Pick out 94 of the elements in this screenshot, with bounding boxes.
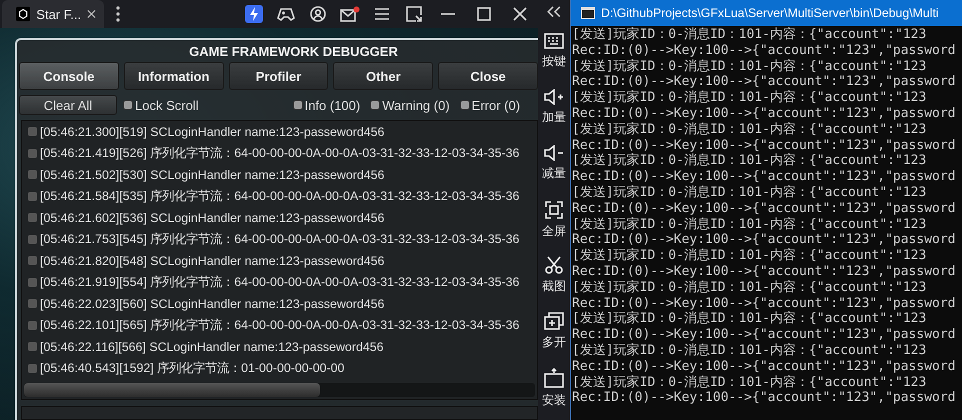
log-entry[interactable]: [05:46:22.101][565] 序列化字节流：64-00-00-00-0A-00-0A-03-31-32-33-12-03-34-35-36 — [40, 316, 520, 334]
clear-all-button[interactable]: Clear All — [19, 95, 117, 115]
log-entry-icon — [28, 148, 37, 158]
toggle-checkbox[interactable] — [370, 100, 380, 110]
console-line: [发送]玩家ID：0-消息ID：101-内容：{"account":"123 — [572, 58, 928, 74]
console-line: Rec:ID:(0)-->Key:100-->{"account":"123","password — [572, 74, 957, 90]
toggle-label: Info (100) — [304, 98, 360, 112]
log-entry-icon — [28, 256, 37, 266]
log-entry[interactable]: [05:46:21.584][535] 序列化字节流：64-00-00-00-0A-00-0A-03-31-32-33-12-03-34-35-36 — [40, 188, 520, 205]
scissors-icon — [545, 256, 563, 274]
console-line: Rec:ID:(0)-->Key:100-->{"account":"123","password — [572, 327, 957, 343]
log-entry[interactable]: [05:46:21.753][545] 序列化字节流：64-00-00-00-0A-00-0A-03-31-32-33-12-03-34-35-36 — [40, 230, 520, 248]
horizontal-scrollbar[interactable] — [24, 383, 535, 397]
log-entry-icon — [28, 127, 37, 136]
log-entry-icon — [28, 170, 37, 180]
close-icon[interactable] — [513, 7, 527, 21]
console-line: Rec:ID:(0)-->Key:100-->{"account":"123","password — [572, 200, 957, 217]
log-entry[interactable]: [05:46:21.919][554] 序列化字节流：64-00-00-00-0A-00-0A-03-31-32-33-12-03-34-35-36 — [40, 274, 520, 291]
log-entry-icon — [28, 234, 37, 244]
volume-up-icon — [544, 88, 564, 105]
gamepad-icon[interactable] — [277, 7, 295, 21]
console-line: [发送]玩家ID：0-消息ID：101-内容：{"account":"123 — [572, 184, 928, 201]
sidebar-label[interactable]: 加量 — [542, 108, 566, 126]
console-line: [发送]玩家ID：0-消息ID：101-内容：{"account":"123 — [572, 90, 928, 106]
collapse-icon[interactable] — [547, 6, 561, 18]
log-entry-icon — [28, 364, 37, 373]
menu-icon[interactable] — [374, 8, 390, 20]
log-entry-icon — [28, 192, 37, 201]
close-icon[interactable] — [87, 9, 96, 19]
toggle-label: Lock Scroll — [135, 98, 199, 112]
console-line: Rec:ID:(0)-->Key:100-->{"account":"123","password — [572, 296, 957, 311]
log-entry[interactable]: [05:46:21.300][519] SCLoginHandler name:123-passeword456 — [40, 124, 384, 139]
console-line: Rec:ID:(0)-->Key:100-->{"account":"123","password — [572, 358, 957, 375]
multi-window-icon — [544, 312, 564, 330]
user-icon[interactable] — [310, 6, 326, 22]
browser-tab[interactable]: Star F... — [2, 0, 104, 28]
console-line: [发送]玩家ID：0-消息ID：101-内容：{"account":"123 — [572, 248, 928, 264]
console-title: D:\GithubProjects\GFxLua\Server\MultiServer\bin\Debug\Multi — [601, 6, 939, 20]
toggle-label: Warning (0) — [382, 98, 450, 112]
sidebar-label[interactable]: 减量 — [542, 164, 566, 182]
console-line: Rec:ID:(0)-->Key:100-->{"account":"123","password — [572, 232, 957, 248]
console-line: Rec:ID:(0)-->Key:100-->{"account":"123","password — [572, 264, 957, 280]
console-line: [发送]玩家ID：0-消息ID：101-内容：{"account":"123 — [572, 374, 928, 390]
debugger-title: GAME FRAMEWORK DEBUGGER — [188, 44, 399, 60]
console-app-icon — [581, 7, 595, 19]
debugger-tab[interactable]: Profiler — [228, 62, 328, 90]
more-icon[interactable] — [116, 6, 120, 22]
log-entry[interactable]: [05:46:22.023][560] SCLoginHandler name:123-passeword456 — [40, 296, 384, 311]
console-line: Rec:ID:(0)-->Key:100-->{"account":"123","password — [572, 42, 957, 59]
sidebar-label[interactable]: 全屏 — [542, 222, 566, 240]
sidebar-label[interactable]: 截图 — [542, 278, 566, 296]
log-entry-icon — [28, 299, 37, 308]
sidebar-label[interactable]: 按键 — [542, 53, 566, 70]
console-line: [发送]玩家ID：0-消息ID：101-内容：{"account":"123 — [572, 311, 928, 328]
console-line: [发送]玩家ID：0-消息ID：101-内容：{"account":"123 — [572, 216, 928, 232]
console-line: [发送]玩家ID：0-消息ID：101-内容：{"account":"123 — [572, 280, 928, 296]
window-icon[interactable] — [406, 6, 422, 22]
log-entry[interactable]: [05:46:21.602][536] SCLoginHandler name:123-passeword456 — [40, 210, 384, 225]
log-entry[interactable]: [05:46:40.543][1592] 序列化字节流：01-00-00-00-00-00 — [40, 360, 344, 377]
mail-icon[interactable] — [340, 6, 360, 22]
app-icon — [16, 6, 30, 22]
sidebar-label[interactable]: 多开 — [542, 334, 566, 352]
console-line: [发送]玩家ID：0-消息ID：101-内容：{"account":"123 — [572, 342, 928, 359]
debugger-tab[interactable]: Information — [124, 62, 224, 90]
debugger-tab[interactable]: Close — [438, 62, 538, 90]
console-line: Rec:ID:(0)-->Key:100-->{"account":"123","password — [572, 169, 957, 185]
scrollbar-thumb[interactable] — [24, 383, 320, 397]
console-line: [发送]玩家ID：0-消息ID：101-内容：{"account":"123 — [572, 153, 928, 170]
log-entry-icon — [28, 278, 37, 287]
log-entry-icon — [28, 342, 37, 352]
log-entry[interactable]: [05:46:22.116][566] SCLoginHandler name:123-passeword456 — [40, 340, 384, 354]
fullscreen-icon — [545, 200, 563, 219]
volume-down-icon — [544, 144, 564, 161]
log-entry-icon — [28, 320, 37, 330]
maximize-icon[interactable] — [477, 7, 491, 21]
keyboard-icon — [544, 33, 564, 50]
tab-title: Star F... — [36, 6, 82, 22]
console-line: Rec:ID:(0)-->Key:100-->{"account":"123","password — [572, 390, 957, 406]
toggle-label: Error (0) — [472, 98, 520, 112]
console-line: [发送]玩家ID：0-消息ID：101-内容：{"account":"123 — [572, 122, 928, 138]
toggle-checkbox[interactable] — [460, 100, 470, 110]
debugger-tab[interactable]: Console — [19, 62, 119, 90]
debugger-tab[interactable]: Other — [333, 62, 434, 90]
toggle-checkbox[interactable] — [292, 100, 303, 110]
log-entry[interactable]: [05:46:21.502][530] SCLoginHandler name:123-passeword456 — [40, 168, 384, 182]
sidebar-label[interactable]: 安装 — [542, 392, 566, 410]
console-line: Rec:ID:(0)-->Key:100-->{"account":"123","password — [572, 106, 957, 122]
log-entry[interactable]: [05:46:21.419][526] 序列化字节流：64-00-00-00-0A-00-0A-03-31-32-33-12-03-34-35-36 — [40, 144, 520, 162]
toggle-checkbox[interactable] — [123, 100, 133, 110]
log-entry-icon — [28, 213, 37, 222]
lightning-app-icon[interactable] — [245, 5, 263, 23]
log-entry[interactable]: [05:46:21.820][548] SCLoginHandler name:123-passeword456 — [40, 254, 384, 268]
console-line: [发送]玩家ID：0-消息ID：101-内容：{"account":"123 — [572, 27, 928, 43]
console-line: Rec:ID:(0)-->Key:100-->{"account":"123","password — [572, 138, 957, 153]
